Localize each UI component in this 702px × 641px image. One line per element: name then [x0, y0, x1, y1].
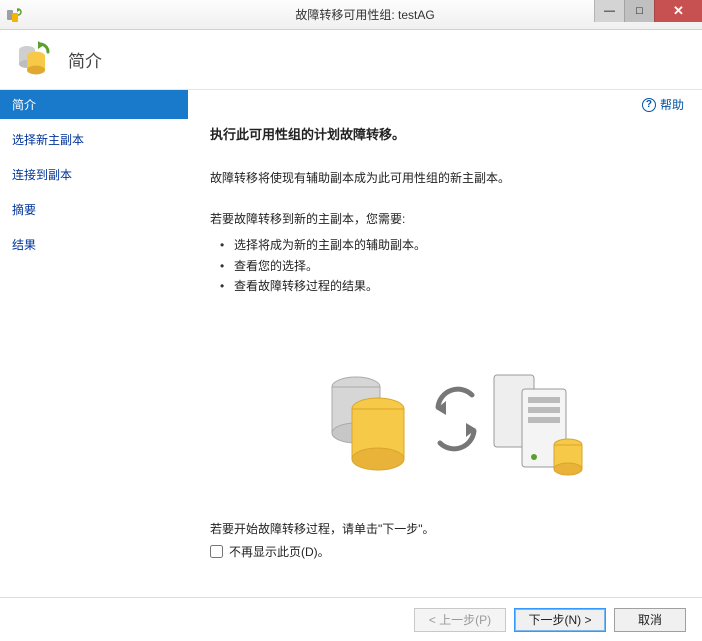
- next-button[interactable]: 下一步(N) >: [514, 608, 606, 632]
- help-icon: ?: [642, 98, 656, 112]
- minimize-button[interactable]: —: [594, 0, 624, 22]
- list-item: 查看故障转移过程的结果。: [220, 276, 682, 296]
- list-item: 选择将成为新的主副本的辅助副本。: [220, 235, 682, 255]
- help-label: 帮助: [660, 96, 684, 113]
- description-text: 故障转移将使现有辅助副本成为此可用性组的新主副本。: [210, 169, 682, 188]
- content-area: ? 帮助 执行此可用性组的计划故障转移。 故障转移将使现有辅助副本成为此可用性组…: [188, 90, 702, 597]
- close-button[interactable]: ✕: [654, 0, 702, 22]
- titlebar: 故障转移可用性组: testAG — □ ✕: [0, 0, 702, 30]
- dont-show-checkbox[interactable]: [210, 545, 223, 558]
- start-hint: 若要开始故障转移过程，请单击"下一步"。: [210, 520, 682, 537]
- requirements-list: 选择将成为新的主副本的辅助副本。 查看您的选择。 查看故障转移过程的结果。: [210, 235, 682, 296]
- requirements-intro: 若要故障转移到新的主副本，您需要:: [210, 210, 682, 229]
- subject-heading: 执行此可用性组的计划故障转移。: [210, 124, 682, 143]
- sidebar: 简介 选择新主副本 连接到副本 摘要 结果: [0, 90, 188, 597]
- app-icon: [6, 7, 22, 23]
- help-link[interactable]: ? 帮助: [642, 96, 684, 113]
- maximize-button[interactable]: □: [624, 0, 654, 22]
- sidebar-item-intro[interactable]: 简介: [0, 90, 188, 119]
- sidebar-item-select-primary[interactable]: 选择新主副本: [0, 125, 188, 154]
- failover-illustration: [210, 357, 682, 490]
- list-item: 查看您的选择。: [220, 256, 682, 276]
- dont-show-row[interactable]: 不再显示此页(D)。: [210, 543, 682, 560]
- footer: < 上一步(P) 下一步(N) > 取消: [0, 597, 702, 641]
- prev-button: < 上一步(P): [414, 608, 506, 632]
- dont-show-label: 不再显示此页(D)。: [229, 543, 330, 560]
- page-title: 简介: [68, 47, 102, 72]
- requirements-block: 若要故障转移到新的主副本，您需要: 选择将成为新的主副本的辅助副本。 查看您的选…: [210, 210, 682, 296]
- sidebar-item-summary[interactable]: 摘要: [0, 195, 188, 224]
- wizard-body: 简介 选择新主副本 连接到副本 摘要 结果 ? 帮助 执行此可用性组的计划故障转…: [0, 90, 702, 597]
- sidebar-item-result[interactable]: 结果: [0, 230, 188, 259]
- header-panel: 简介: [0, 30, 702, 90]
- header-icon: [14, 38, 54, 81]
- sidebar-item-connect-replica[interactable]: 连接到副本: [0, 160, 188, 189]
- cancel-button[interactable]: 取消: [614, 608, 686, 632]
- window-controls: — □ ✕: [594, 0, 702, 22]
